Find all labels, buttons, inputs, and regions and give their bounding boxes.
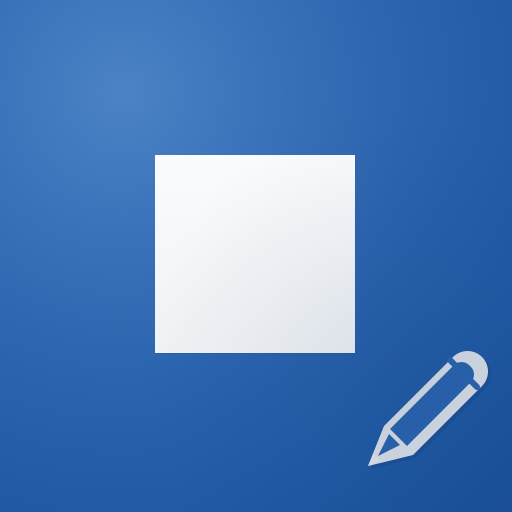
blank-square-icon xyxy=(155,155,355,353)
app-icon[interactable] xyxy=(0,0,512,512)
pencil-icon xyxy=(350,338,491,469)
